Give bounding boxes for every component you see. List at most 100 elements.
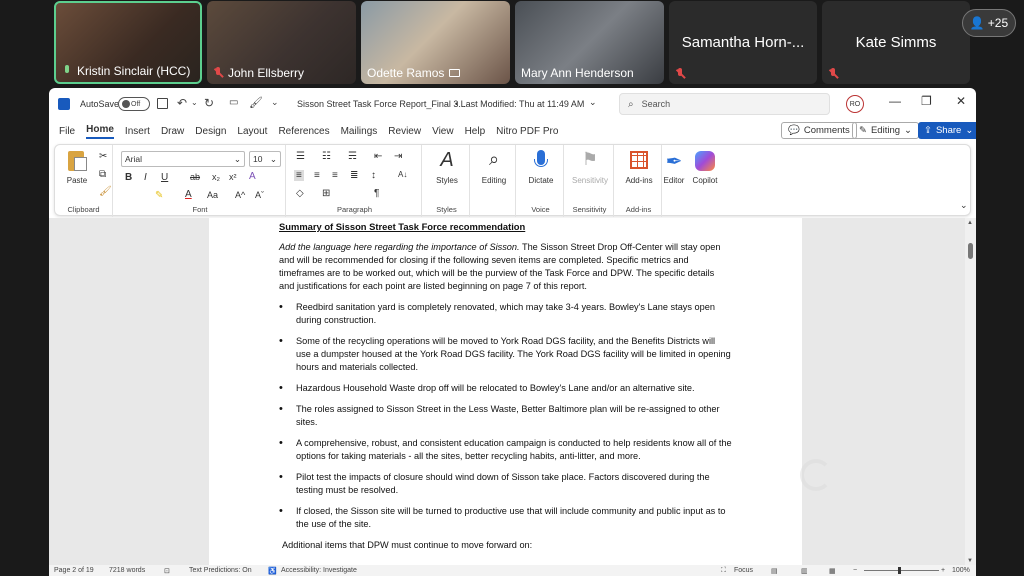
more-participants-button[interactable]: 👤 +25	[962, 9, 1016, 37]
focus-button[interactable]: Focus	[734, 567, 753, 574]
format-painter-icon[interactable]: 🖌	[99, 186, 112, 197]
customize-toolbar-icon[interactable]: ⌄	[271, 97, 279, 108]
participant-tile-4[interactable]: Mary Ann Henderson	[515, 1, 664, 84]
text-effects-icon[interactable]: A	[249, 171, 256, 182]
tab-layout[interactable]: Layout	[237, 126, 267, 137]
format-painter-icon[interactable]: 🖌	[249, 96, 263, 109]
voice-group: Dictate Voice	[518, 145, 564, 217]
save-icon[interactable]	[157, 98, 168, 109]
font-name-select[interactable]: Arial ⌄	[121, 151, 245, 167]
accessibility-status[interactable]: Accessibility: Investigate	[281, 567, 357, 574]
undo-icon[interactable]: ↶	[177, 96, 187, 110]
vertical-scrollbar[interactable]: ▲ ▼	[965, 218, 976, 566]
tab-draw[interactable]: Draw	[161, 126, 184, 137]
word-count[interactable]: 7218 words	[109, 567, 145, 574]
change-case-icon[interactable]: Aa	[207, 190, 218, 200]
text-predictions[interactable]: Text Predictions: On	[189, 567, 252, 574]
zoom-slider-thumb[interactable]	[898, 567, 901, 574]
addins-button[interactable]: Add-ins	[619, 149, 659, 185]
justify-icon[interactable]: ≣	[350, 170, 358, 181]
line-spacing-icon[interactable]: ↕	[371, 170, 376, 181]
dictate-button[interactable]: Dictate	[521, 149, 561, 185]
chevron-down-icon[interactable]: ⌄	[589, 97, 597, 108]
strikethrough-icon[interactable]: ab	[190, 172, 200, 182]
bullet-list: Reedbird sanitation yard is completely r…	[279, 301, 732, 531]
superscript-icon[interactable]: x²	[229, 172, 237, 182]
paste-button[interactable]: Paste	[57, 149, 97, 185]
editing-button[interactable]: ⌕ Editing	[474, 149, 514, 185]
restore-icon[interactable]: ❐	[921, 94, 932, 108]
autosave-toggle[interactable]: Off	[118, 97, 150, 111]
bullets-icon[interactable]: ☰	[296, 151, 305, 162]
collapse-ribbon-icon[interactable]: ⌄	[960, 200, 968, 211]
copilot-button[interactable]: Copilot	[685, 149, 725, 185]
minimize-icon[interactable]: —	[889, 94, 901, 108]
underline-icon[interactable]: U	[161, 172, 168, 183]
participant-tile-3[interactable]: Odette Ramos	[361, 1, 510, 84]
borders-icon[interactable]: ⊞	[322, 188, 330, 199]
redo-icon[interactable]: ↻	[204, 96, 214, 110]
increase-indent-icon[interactable]: ⇥	[394, 151, 402, 162]
participant-tile-2[interactable]: John Ellsberry	[207, 1, 356, 84]
zoom-slider[interactable]	[864, 570, 939, 571]
zoom-in-icon[interactable]: +	[941, 567, 945, 574]
decrease-indent-icon[interactable]: ⇤	[374, 151, 382, 162]
sensitivity-button[interactable]: ⚑ Sensitivity	[570, 149, 610, 185]
shading-icon[interactable]: ◇	[296, 188, 304, 199]
tab-references[interactable]: References	[278, 126, 329, 137]
participant-tile-6[interactable]: Kate Simms	[822, 1, 970, 84]
cut-icon[interactable]: ✂	[99, 151, 107, 162]
highlight-icon[interactable]: ✎	[155, 190, 163, 201]
styles-button[interactable]: A Styles	[427, 149, 467, 185]
participant-tile-1[interactable]: Kristin Sinclair (HCC)	[54, 1, 202, 84]
tab-insert[interactable]: Insert	[125, 126, 150, 137]
last-modified[interactable]: • Last Modified: Thu at 11:49 AM	[455, 99, 584, 109]
tab-nitro[interactable]: Nitro PDF Pro	[496, 126, 558, 137]
grow-font-icon[interactable]: A^	[235, 190, 245, 200]
accessibility-icon[interactable]: ♿	[268, 567, 277, 575]
share-button[interactable]: ⇪ Share ⌄	[918, 122, 976, 139]
tab-file[interactable]: File	[59, 126, 75, 137]
print-preview-icon[interactable]: ▭	[229, 97, 238, 108]
subscript-icon[interactable]: x₂	[212, 172, 220, 182]
font-size-select[interactable]: 10 ⌄	[249, 151, 281, 167]
shrink-font-icon[interactable]: Aˇ	[255, 190, 264, 200]
web-layout-icon[interactable]: ▦	[829, 567, 836, 575]
focus-icon[interactable]: ⛶	[721, 567, 726, 575]
avatar[interactable]: RO	[846, 95, 864, 113]
tab-design[interactable]: Design	[195, 126, 226, 137]
tab-review[interactable]: Review	[388, 126, 421, 137]
print-layout-icon[interactable]: ▥	[801, 567, 808, 575]
scroll-down-icon[interactable]: ▼	[967, 558, 973, 564]
multilevel-list-icon[interactable]: ☴	[348, 151, 357, 162]
copy-icon[interactable]: ⧉	[99, 169, 106, 180]
numbering-icon[interactable]: ☷	[322, 151, 331, 162]
participant-tile-5[interactable]: Samantha Horn-...	[669, 1, 817, 84]
scroll-up-icon[interactable]: ▲	[967, 220, 973, 226]
document-title[interactable]: Sisson Street Task Force Report_Final 3.…	[297, 99, 466, 109]
align-left-icon[interactable]: ≡	[294, 170, 304, 181]
tab-mailings[interactable]: Mailings	[341, 126, 378, 137]
tab-view[interactable]: View	[432, 126, 454, 137]
italic-icon[interactable]: I	[144, 172, 147, 183]
bold-icon[interactable]: B	[125, 172, 132, 183]
font-color-icon[interactable]: A	[185, 189, 192, 200]
align-right-icon[interactable]: ≡	[332, 170, 338, 181]
tab-help[interactable]: Help	[465, 126, 486, 137]
comments-button[interactable]: 💬 Comments	[781, 122, 857, 139]
chevron-down-icon[interactable]: ⌄	[191, 98, 198, 107]
zoom-out-icon[interactable]: −	[853, 567, 857, 574]
page-count[interactable]: Page 2 of 19	[54, 567, 94, 574]
editing-mode-button[interactable]: ✎ Editing ⌄	[852, 122, 919, 139]
align-center-icon[interactable]: ≡	[314, 170, 320, 181]
document-page[interactable]: Summary of Sisson Street Task Force reco…	[209, 218, 802, 566]
tab-home[interactable]: Home	[86, 124, 114, 139]
proofing-icon[interactable]: ⊡	[164, 567, 170, 575]
sort-icon[interactable]: A↓	[398, 170, 407, 179]
read-mode-icon[interactable]: ▤	[771, 567, 778, 575]
close-icon[interactable]: ✕	[956, 94, 966, 108]
zoom-level[interactable]: 100%	[952, 567, 970, 574]
show-formatting-icon[interactable]: ¶	[374, 188, 379, 199]
scroll-thumb[interactable]	[968, 243, 973, 259]
search-box[interactable]: ⌕ Search	[619, 93, 830, 115]
